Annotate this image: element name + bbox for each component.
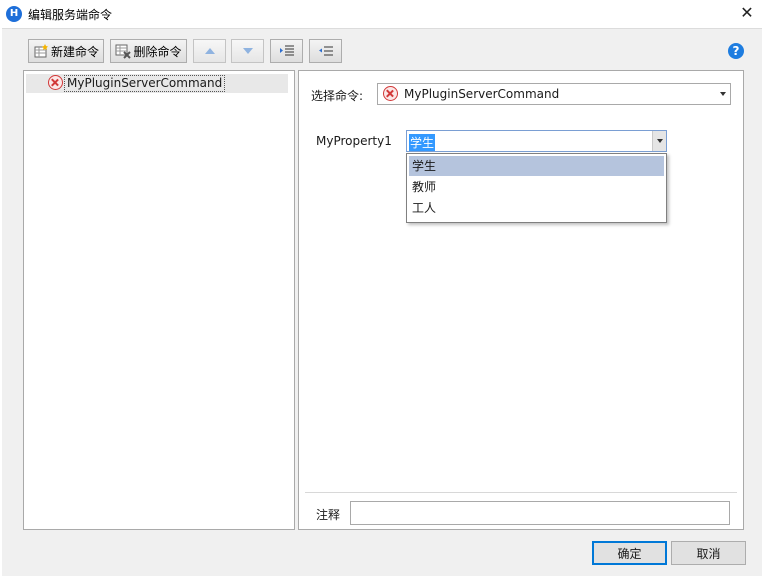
move-up-button[interactable] <box>193 39 226 63</box>
property-combobox[interactable]: 学生 <box>406 130 667 152</box>
delete-command-icon <box>115 44 132 59</box>
delete-command-button[interactable]: 删除命令 <box>110 39 187 63</box>
outdent-button[interactable] <box>309 39 342 63</box>
chevron-down-icon <box>720 92 726 96</box>
combobox-dropdown-button[interactable] <box>652 131 666 151</box>
divider <box>305 492 737 493</box>
cancel-button-label: 取消 <box>696 546 721 561</box>
cancel-button[interactable]: 取消 <box>671 541 746 565</box>
new-command-label: 新建命令 <box>50 44 99 59</box>
new-command-icon <box>34 44 48 58</box>
arrow-down-icon <box>242 48 253 54</box>
property-value: 学生 <box>409 134 436 151</box>
app-logo-icon: H <box>6 6 22 22</box>
title-bar: H 编辑服务端命令 ✕ <box>0 0 766 28</box>
help-icon[interactable]: ? <box>728 43 744 59</box>
note-label: 注释 <box>316 508 341 522</box>
command-properties: 选择命令: MyPluginServerCommand MyProperty1 … <box>298 70 744 530</box>
dropdown-option[interactable]: 工人 <box>409 198 664 218</box>
error-icon <box>383 86 398 101</box>
delete-command-label: 删除命令 <box>133 44 182 59</box>
select-command-value: MyPluginServerCommand <box>404 87 560 101</box>
error-icon <box>48 75 63 90</box>
ok-button[interactable]: 确定 <box>592 541 667 565</box>
dropdown-option[interactable]: 学生 <box>409 156 664 176</box>
select-command-dropdown[interactable]: MyPluginServerCommand <box>377 83 731 105</box>
new-command-button[interactable]: 新建命令 <box>28 39 104 63</box>
close-button[interactable]: ✕ <box>738 4 756 22</box>
ok-button-label: 确定 <box>617 546 642 561</box>
window-title: 编辑服务端命令 <box>28 8 113 22</box>
indent-icon <box>279 45 294 56</box>
arrow-up-icon <box>204 48 215 54</box>
chevron-down-icon <box>657 139 663 143</box>
property-label: MyProperty1 <box>316 134 392 148</box>
command-tree: MyPluginServerCommand <box>23 70 295 530</box>
tree-item[interactable]: MyPluginServerCommand <box>26 74 288 93</box>
select-command-label: 选择命令: <box>311 89 364 103</box>
property-dropdown-list: 学生 教师 工人 <box>406 153 667 223</box>
dialog-body: 新建命令 删除命令 ? MyPluginServerCommand 选择命令: … <box>2 28 762 576</box>
outdent-icon <box>318 46 333 56</box>
note-input[interactable] <box>350 501 730 525</box>
move-down-button[interactable] <box>231 39 264 63</box>
close-icon: ✕ <box>740 3 754 22</box>
tree-item-label: MyPluginServerCommand <box>64 75 226 92</box>
dropdown-option[interactable]: 教师 <box>409 177 664 197</box>
indent-button[interactable] <box>270 39 303 63</box>
